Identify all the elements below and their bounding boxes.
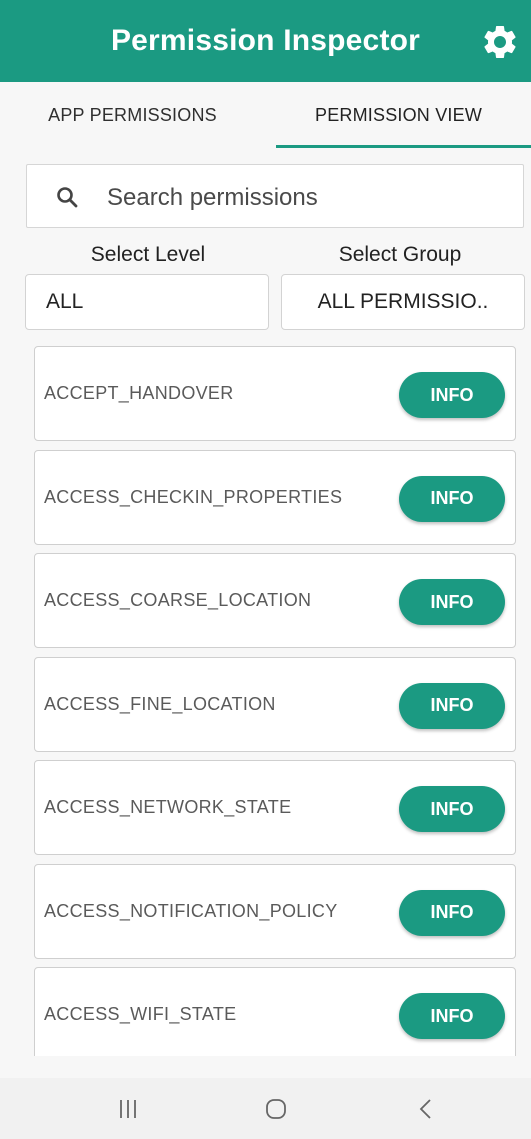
tab-bar: APP PERMISSIONS PERMISSION VIEW (0, 82, 531, 148)
list-item: ACCESS_NETWORK_STATE INFO (34, 760, 516, 855)
tab-permission-view[interactable]: PERMISSION VIEW (266, 82, 531, 148)
recents-icon (120, 1099, 136, 1118)
info-button[interactable]: INFO (399, 786, 505, 832)
home-icon (266, 1098, 286, 1119)
permission-name: ACCEPT_HANDOVER (44, 383, 234, 403)
list-item: ACCESS_WIFI_STATE INFO (34, 967, 516, 1056)
info-button[interactable]: INFO (399, 475, 505, 522)
permission-list[interactable]: ACCEPT_HANDOVER INFO ACCESS_CHECKIN_PROP… (34, 346, 516, 1056)
permission-name: ACCESS_NOTIFICATION_POLICY (44, 900, 338, 921)
permission-name: ACCESS_NETWORK_STATE (44, 797, 292, 817)
permission-name: ACCESS_CHECKIN_PROPERTIES (44, 486, 343, 507)
list-item: ACCESS_COARSE_LOCATION INFO (34, 553, 516, 648)
info-button[interactable]: INFO (399, 993, 505, 1039)
back-icon (419, 1098, 431, 1119)
system-nav-bar (0, 1078, 531, 1139)
info-button[interactable]: INFO (399, 579, 505, 625)
info-button[interactable]: INFO (399, 682, 505, 729)
search-box[interactable] (26, 164, 524, 228)
select-group-label: Select Group (338, 243, 462, 266)
gear-icon[interactable] (480, 22, 520, 62)
permission-name: ACCESS_WIFI_STATE (44, 1004, 237, 1024)
list-item: ACCEPT_HANDOVER INFO (34, 346, 516, 441)
list-item: ACCESS_FINE_LOCATION INFO (34, 656, 516, 752)
level-dropdown[interactable]: ALL (25, 274, 269, 330)
recents-button[interactable] (98, 1078, 158, 1139)
back-button[interactable] (396, 1078, 456, 1139)
selected-tab-indicator (276, 145, 531, 148)
app-title: Permission Inspector (110, 24, 421, 57)
permission-name: ACCESS_COARSE_LOCATION (44, 590, 312, 610)
home-button[interactable] (246, 1078, 306, 1139)
info-button[interactable]: INFO (399, 372, 505, 418)
list-item: ACCESS_NOTIFICATION_POLICY INFO (34, 863, 516, 959)
search-icon (57, 187, 78, 208)
permission-name: ACCESS_FINE_LOCATION (44, 693, 276, 714)
select-level-label: Select Level (90, 243, 206, 266)
list-item: ACCESS_CHECKIN_PROPERTIES INFO (34, 449, 516, 545)
info-button[interactable]: INFO (399, 889, 505, 936)
app-bar: Permission Inspector (0, 0, 531, 82)
group-dropdown[interactable]: ALL PERMISSIO.. (281, 274, 525, 330)
search-input[interactable] (105, 175, 509, 221)
tab-app-permissions[interactable]: APP PERMISSIONS (0, 82, 265, 148)
